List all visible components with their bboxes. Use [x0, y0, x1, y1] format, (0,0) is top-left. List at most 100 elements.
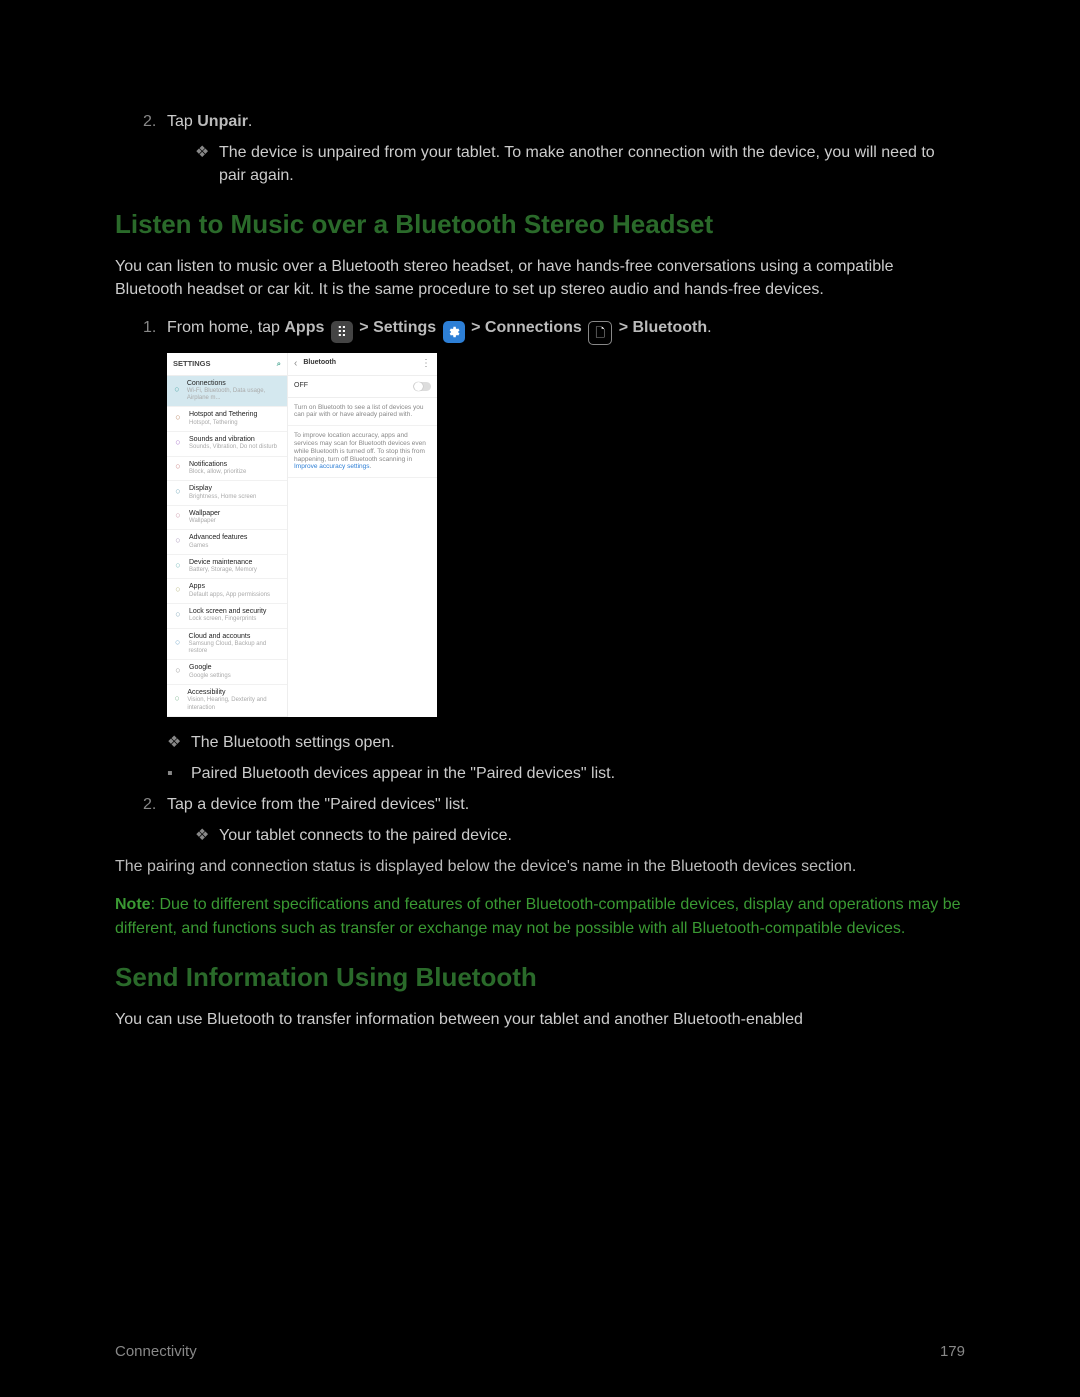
- footer-section: Connectivity: [115, 1341, 197, 1363]
- settings-row-icon: ○: [171, 461, 185, 475]
- settings-row-icon: ○: [171, 437, 185, 451]
- settings-icon: [443, 321, 465, 343]
- settings-screenshot: SETTINGS ⌕ ○ConnectionsWi-Fi, Bluetooth,…: [167, 353, 437, 717]
- settings-row-text: Device maintenanceBattery, Storage, Memo…: [189, 559, 257, 575]
- bluetooth-toggle-row[interactable]: OFF: [288, 376, 437, 398]
- diamond-bullet-icon: ❖: [195, 824, 219, 847]
- settings-row-title: Notifications: [189, 461, 246, 469]
- settings-row-icon: ○: [171, 665, 185, 679]
- accuracy-link[interactable]: Improve accuracy settings: [294, 463, 370, 470]
- settings-row-text: WallpaperWallpaper: [189, 510, 220, 526]
- section-heading-send: Send Information Using Bluetooth: [115, 959, 965, 997]
- apps-label: Apps: [284, 319, 324, 336]
- settings-row-title: Wallpaper: [189, 510, 220, 518]
- settings-row-icon: ○: [171, 510, 185, 524]
- settings-row[interactable]: ○ ConnectionsWi-Fi, Bluetooth, Data usage…: [167, 376, 287, 408]
- settings-row[interactable]: ○DisplayBrightness, Home screen: [167, 481, 287, 506]
- settings-row-title: Cloud and accounts: [189, 633, 284, 641]
- settings-row[interactable]: ○ NotificationsBlock, allow, prioritize: [167, 457, 287, 482]
- settings-row-icon: ○: [171, 412, 185, 426]
- step-number: 1.: [143, 316, 167, 345]
- ordered-list-main-2: 2. Tap a device from the "Paired devices…: [143, 793, 965, 847]
- step-2-text: Tap a device from the "Paired devices" l…: [167, 793, 469, 816]
- settings-row[interactable]: ○ Device maintenanceBattery, Storage, Mem…: [167, 555, 287, 580]
- more-icon[interactable]: ⋮: [421, 358, 431, 370]
- settings-row[interactable]: ○ Hotspot and TetheringHotspot, Tethering: [167, 407, 287, 432]
- settings-row-text: AppsDefault apps, App permissions: [189, 583, 270, 599]
- settings-row[interactable]: ○ Advanced featuresGames: [167, 530, 287, 555]
- settings-title: SETTINGS: [173, 359, 211, 368]
- back-icon[interactable]: ‹: [294, 358, 297, 370]
- settings-row-title: Device maintenance: [189, 559, 257, 567]
- settings-row-text: NotificationsBlock, allow, prioritize: [189, 461, 246, 477]
- unpair-label: Unpair: [197, 113, 248, 130]
- diamond-bullet-icon: ❖: [195, 141, 219, 187]
- square-bullet-icon: ▪: [167, 762, 191, 785]
- bluetooth-label: Bluetooth: [633, 319, 708, 336]
- section-heading-listen: Listen to Music over a Bluetooth Stereo …: [115, 206, 965, 244]
- settings-row-text: Lock screen and securityLock screen, Fin…: [189, 608, 266, 624]
- settings-row-subtitle: Google settings: [189, 673, 231, 680]
- settings-row-title: Hotspot and Tethering: [189, 411, 257, 419]
- settings-row-title: Connections: [187, 380, 283, 388]
- settings-row-text: Advanced featuresGames: [189, 534, 247, 550]
- step-2: 2. Tap a device from the "Paired devices…: [143, 793, 965, 816]
- settings-row-text: GoogleGoogle settings: [189, 664, 231, 680]
- step-text: Tap Unpair.: [167, 110, 252, 133]
- settings-row[interactable]: ○ Sounds and vibrationSounds, Vibration, …: [167, 432, 287, 457]
- settings-row[interactable]: ○ Lock screen and securityLock screen, Fi…: [167, 604, 287, 629]
- sub-item-unpair-note: ❖ The device is unpaired from your table…: [195, 141, 965, 187]
- settings-row-subtitle: Hotspot, Tethering: [189, 420, 257, 427]
- settings-row-icon: ○: [171, 384, 183, 398]
- settings-row-text: ConnectionsWi-Fi, Bluetooth, Data usage,…: [187, 380, 283, 403]
- note-paragraph: Note: Due to different specifications an…: [115, 893, 965, 941]
- settings-row[interactable]: ○ Cloud and accountsSamsung Cloud, Backup…: [167, 629, 287, 661]
- settings-row-icon: ○: [171, 535, 185, 549]
- settings-row-subtitle: Wallpaper: [189, 518, 220, 525]
- sub-item-connects: ❖ Your tablet connects to the paired dev…: [195, 824, 965, 847]
- settings-row-icon: ○: [171, 486, 185, 500]
- sub-list-1: ❖ The Bluetooth settings open. ▪ Paired …: [167, 731, 965, 785]
- settings-row-text: AccessibilityVision, Hearing, Dexterity …: [187, 689, 283, 712]
- settings-row[interactable]: ○ WallpaperWallpaper: [167, 506, 287, 531]
- toggle-switch[interactable]: [413, 382, 431, 391]
- settings-row-subtitle: Block, allow, prioritize: [189, 469, 246, 476]
- intro-paragraph: You can listen to music over a Bluetooth…: [115, 255, 965, 301]
- send-intro: You can use Bluetooth to transfer inform…: [115, 1008, 965, 1031]
- settings-row[interactable]: ○AppsDefault apps, App permissions: [167, 579, 287, 604]
- sub-list-top: ❖ The device is unpaired from your table…: [195, 141, 965, 187]
- note-label: Note: [115, 896, 151, 913]
- ordered-list-top: 2. Tap Unpair. ❖ The device is unpaired …: [143, 110, 965, 188]
- settings-detail: ‹ Bluetooth ⋮ OFF Turn on Bluetooth to s…: [288, 353, 437, 717]
- settings-row-icon: ○: [171, 693, 183, 707]
- settings-row-text: Sounds and vibrationSounds, Vibration, D…: [189, 436, 277, 452]
- settings-row-subtitle: Vision, Hearing, Dexterity and interacti…: [187, 697, 283, 711]
- settings-row-icon: ○: [171, 560, 185, 574]
- pairing-status-paragraph: The pairing and connection status is dis…: [115, 855, 965, 878]
- settings-sidebar: SETTINGS ⌕ ○ConnectionsWi-Fi, Bluetooth,…: [167, 353, 288, 717]
- sub-item-bt-open: ❖ The Bluetooth settings open.: [167, 731, 965, 754]
- bluetooth-info-2: To improve location accuracy, apps and s…: [288, 426, 437, 478]
- bluetooth-info-1: Turn on Bluetooth to see a list of devic…: [288, 398, 437, 427]
- settings-row-icon: ○: [171, 609, 185, 623]
- connections-icon: 🗋: [588, 321, 612, 345]
- settings-row[interactable]: ○ GoogleGoogle settings: [167, 660, 287, 685]
- settings-row-subtitle: Default apps, App permissions: [189, 592, 270, 599]
- settings-row-title: Advanced features: [189, 534, 247, 542]
- settings-row-subtitle: Samsung Cloud, Backup and restore: [189, 641, 284, 655]
- settings-row[interactable]: ○ AccessibilityVision, Hearing, Dexterity…: [167, 685, 287, 717]
- sub-item-paired: ▪ Paired Bluetooth devices appear in the…: [167, 762, 965, 785]
- settings-row-title: Sounds and vibration: [189, 436, 277, 444]
- page-footer: Connectivity 179: [115, 1341, 965, 1363]
- settings-row-subtitle: Brightness, Home screen: [189, 494, 256, 501]
- detail-header: ‹ Bluetooth ⋮: [288, 353, 437, 376]
- sub-list-2: ❖ Your tablet connects to the paired dev…: [195, 824, 965, 847]
- settings-header: SETTINGS ⌕: [167, 353, 287, 376]
- step-number: 2.: [143, 110, 167, 133]
- settings-label: Settings: [373, 319, 436, 336]
- settings-row-icon: ○: [171, 637, 185, 651]
- manual-page: 2. Tap Unpair. ❖ The device is unpaired …: [0, 0, 1080, 1397]
- off-label: OFF: [294, 382, 308, 390]
- step-unpair: 2. Tap Unpair.: [143, 110, 965, 133]
- search-icon[interactable]: ⌕: [277, 359, 281, 368]
